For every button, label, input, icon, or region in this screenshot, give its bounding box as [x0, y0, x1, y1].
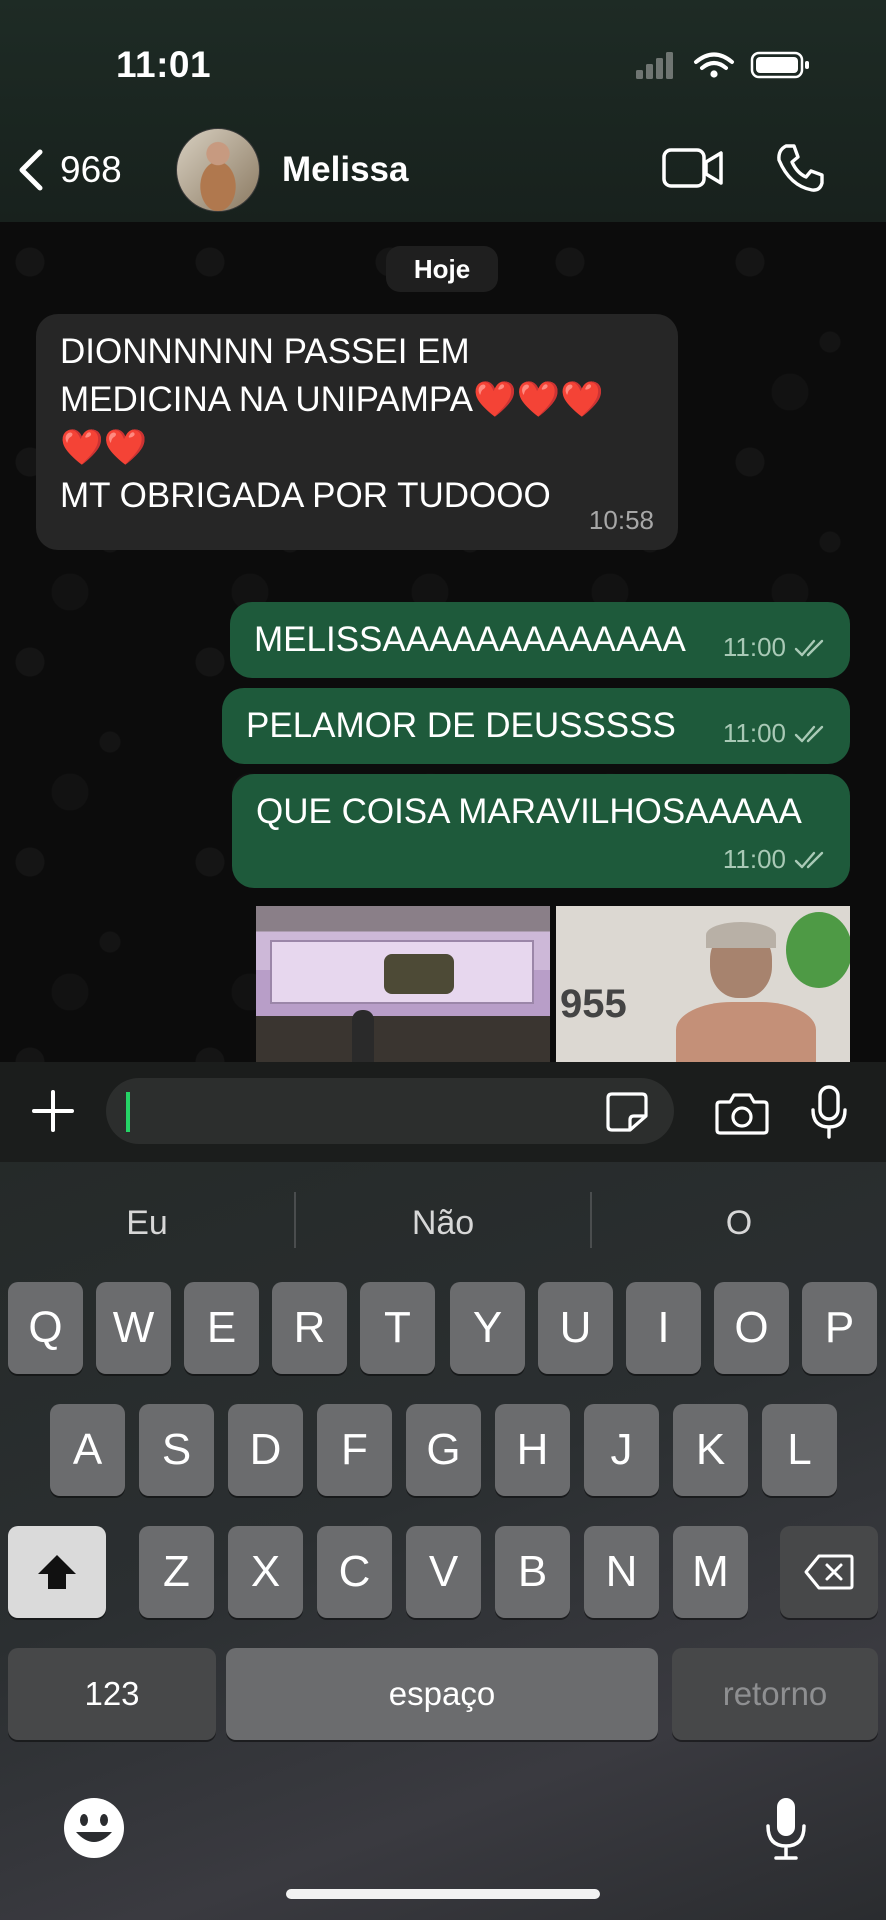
top-bar: 11:01 968 Melissa	[0, 0, 886, 222]
composer-bar	[0, 1062, 886, 1162]
key-c[interactable]: C	[317, 1526, 392, 1618]
incoming-message-text: DIONNNNNN PASSEI EM MEDICINA NA UNIPAMPA…	[60, 328, 670, 520]
camera-icon[interactable]	[714, 1090, 770, 1136]
key-l[interactable]: L	[762, 1404, 837, 1496]
outgoing-message[interactable]: QUE COISA MARAVILHOSAAAAA 11:00	[232, 774, 850, 888]
key-k[interactable]: K	[673, 1404, 748, 1496]
message-time: 11:00	[722, 632, 786, 662]
incoming-message[interactable]: DIONNNNNN PASSEI EM MEDICINA NA UNIPAMPA…	[36, 314, 678, 550]
key-t[interactable]: T	[360, 1282, 435, 1374]
key-h[interactable]: H	[495, 1404, 570, 1496]
delete-icon	[804, 1554, 854, 1590]
double-check-icon	[794, 851, 824, 868]
message-time: 10:58	[588, 505, 654, 535]
suggestion[interactable]: O	[592, 1194, 886, 1252]
keyboard: Eu Não O Q W E R T Y U I O P A S D F G H…	[0, 1162, 886, 1920]
media-window-shape	[384, 954, 454, 994]
key-u[interactable]: U	[538, 1282, 613, 1374]
suggestion[interactable]: Eu	[0, 1194, 294, 1252]
key-q[interactable]: Q	[8, 1282, 83, 1374]
key-x[interactable]: X	[228, 1526, 303, 1618]
key-a[interactable]: A	[50, 1404, 125, 1496]
message-time: 11:00	[722, 718, 786, 748]
key-m[interactable]: M	[673, 1526, 748, 1618]
date-chip: Hoje	[386, 246, 498, 292]
outgoing-message[interactable]: PELAMOR DE DEUSSSSS 11:00	[222, 688, 850, 764]
media-thumbnail[interactable]: 955	[556, 906, 850, 1062]
key-v[interactable]: V	[406, 1526, 481, 1618]
media-person-shape	[352, 1010, 374, 1062]
numbers-key[interactable]: 123	[8, 1648, 216, 1740]
key-f[interactable]: F	[317, 1404, 392, 1496]
unread-count: 968	[60, 149, 122, 190]
contact-name[interactable]: Melissa	[282, 150, 408, 190]
signal-icon	[636, 52, 673, 79]
text-caret	[126, 1092, 130, 1132]
key-y[interactable]: Y	[450, 1282, 525, 1374]
emoji-icon[interactable]	[62, 1796, 126, 1860]
key-i[interactable]: I	[626, 1282, 701, 1374]
message-line: MEDICINA NA UNIPAMPA❤️❤️❤️	[60, 380, 604, 419]
space-key[interactable]: espaço	[226, 1648, 658, 1740]
key-d[interactable]: D	[228, 1404, 303, 1496]
media-body-shape	[676, 1002, 816, 1062]
key-p[interactable]: P	[802, 1282, 877, 1374]
key-j[interactable]: J	[584, 1404, 659, 1496]
key-s[interactable]: S	[139, 1404, 214, 1496]
chat-area[interactable]: Hoje DIONNNNNN PASSEI EM MEDICINA NA UNI…	[0, 222, 886, 1062]
media-leaf-shape	[786, 912, 850, 988]
outgoing-message-text: MELISSAAAAAAAAAAAAA	[254, 620, 686, 659]
dictation-icon[interactable]	[764, 1796, 808, 1862]
shift-icon	[38, 1555, 76, 1589]
message-line: DIONNNNNN PASSEI EM	[60, 332, 470, 371]
message-input[interactable]	[126, 1088, 590, 1136]
key-e[interactable]: E	[184, 1282, 259, 1374]
phone-icon[interactable]	[774, 142, 826, 194]
key-b[interactable]: B	[495, 1526, 570, 1618]
return-key[interactable]: retorno	[672, 1648, 878, 1740]
avatar[interactable]	[176, 128, 260, 212]
suggestion[interactable]: Não	[296, 1194, 590, 1252]
sticker-icon[interactable]	[604, 1090, 650, 1134]
outgoing-message-text: QUE COISA MARAVILHOSAAAAA	[256, 792, 802, 831]
key-r[interactable]: R	[272, 1282, 347, 1374]
key-o[interactable]: O	[714, 1282, 789, 1374]
message-time: 11:00	[722, 844, 786, 874]
key-w[interactable]: W	[96, 1282, 171, 1374]
media-ground-shape	[256, 1016, 550, 1062]
media-text: 955	[560, 982, 627, 1026]
media-hair-shape	[706, 922, 776, 948]
plus-icon[interactable]	[28, 1086, 78, 1136]
status-icons	[636, 51, 809, 79]
delete-key[interactable]	[780, 1526, 878, 1618]
key-z[interactable]: Z	[139, 1526, 214, 1618]
media-thumbnail[interactable]	[256, 906, 550, 1062]
home-indicator[interactable]	[286, 1889, 600, 1899]
status-time: 11:01	[116, 44, 212, 85]
outgoing-message-text: PELAMOR DE DEUSSSSS	[246, 706, 676, 745]
outgoing-message[interactable]: MELISSAAAAAAAAAAAAA 11:00	[230, 602, 850, 678]
message-line: ❤️❤️	[60, 428, 148, 467]
double-check-icon	[794, 725, 824, 742]
battery-icon	[750, 51, 809, 79]
message-meta: 11:00	[723, 632, 828, 663]
shift-key[interactable]	[8, 1526, 106, 1618]
message-meta: 11:00	[723, 718, 828, 749]
video-call-icon[interactable]	[662, 146, 724, 190]
back-button[interactable]: 968	[16, 146, 122, 194]
back-chevron-icon	[19, 149, 43, 191]
key-n[interactable]: N	[584, 1526, 659, 1618]
message-line: MT OBRIGADA POR TUDOOO	[60, 476, 551, 515]
key-g[interactable]: G	[406, 1404, 481, 1496]
wifi-icon	[694, 52, 734, 70]
message-input-wrapper[interactable]	[106, 1078, 674, 1144]
microphone-icon[interactable]	[808, 1084, 850, 1140]
message-meta: 11:00	[723, 844, 828, 875]
double-check-icon	[794, 639, 824, 656]
